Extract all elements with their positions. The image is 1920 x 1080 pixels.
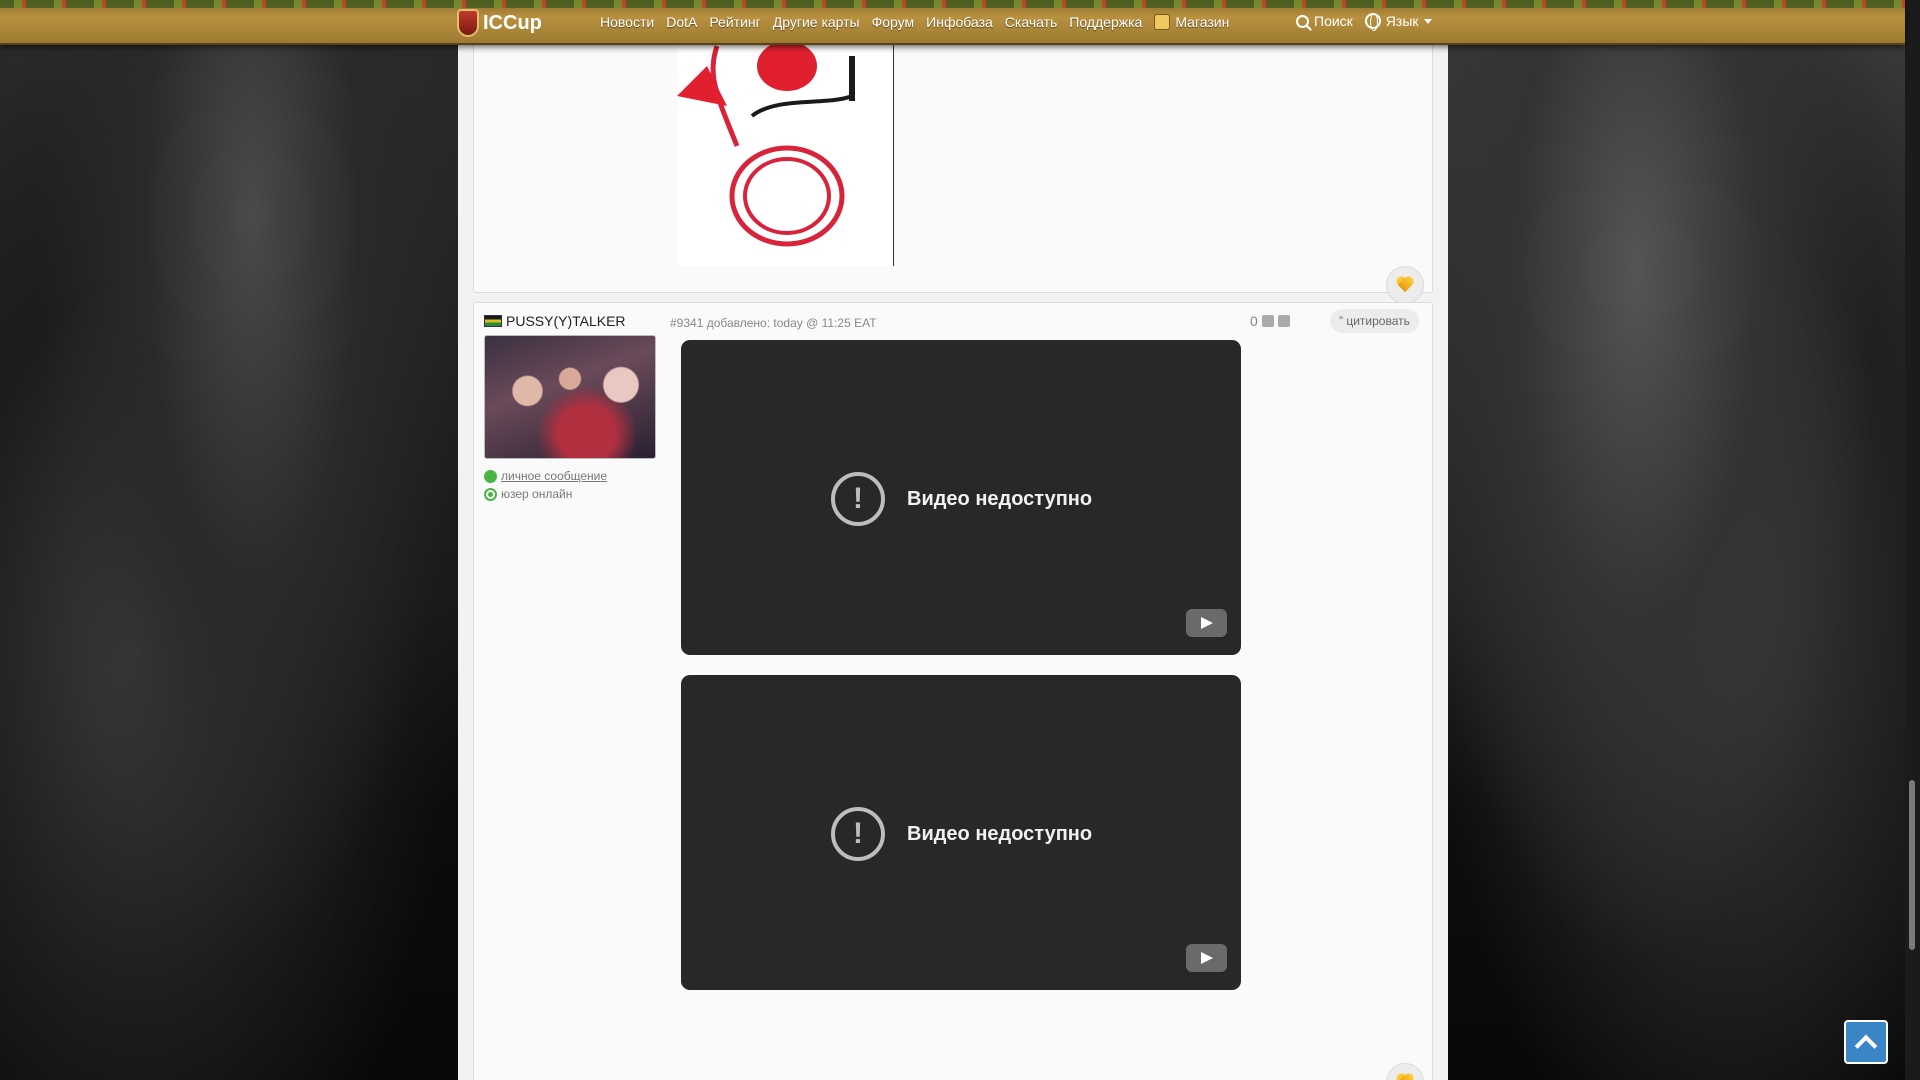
site-logo[interactable]: ICCup — [457, 8, 542, 38]
nav-link-dota[interactable]: DotA — [666, 14, 697, 30]
chevron-up-icon — [1854, 1034, 1878, 1057]
avatar[interactable] — [484, 335, 656, 459]
language-dropdown[interactable]: Язык — [1364, 13, 1432, 31]
quote-icon: ” — [1339, 314, 1347, 328]
nav-link-download[interactable]: Скачать — [1005, 14, 1058, 30]
back-to-top-button[interactable] — [1844, 1020, 1888, 1064]
video-embed-1[interactable]: ! Видео недоступно — [681, 340, 1241, 655]
nav-link-infobase[interactable]: Инфобаза — [926, 14, 993, 30]
youtube-icon[interactable] — [1186, 944, 1227, 972]
nav-link-support[interactable]: Поддержка — [1069, 14, 1142, 30]
nav-link-shop[interactable]: Магазин — [1154, 14, 1229, 30]
shop-icon — [1154, 14, 1171, 30]
message-icon — [484, 469, 497, 483]
background-art-right — [1448, 0, 1920, 1080]
garland-decoration — [0, 0, 1905, 8]
nav-link-forum[interactable]: Форум — [872, 14, 915, 30]
vote-count: 0 — [1250, 313, 1258, 329]
shop-label: Магазин — [1175, 14, 1230, 30]
scrollbar-thumb[interactable] — [1909, 780, 1915, 950]
private-message-link[interactable]: личное сообщение — [484, 469, 659, 483]
video-unavailable-message: ! Видео недоступно — [831, 807, 1092, 861]
like-button[interactable] — [1386, 266, 1424, 304]
cable-image — [677, 41, 855, 247]
search-label: Поиск — [1314, 13, 1353, 29]
top-navigation-bar: ICCup Новости DotA Рейтинг Другие карты … — [0, 0, 1905, 45]
main-nav: Новости DotA Рейтинг Другие карты Форум … — [600, 14, 1229, 30]
online-status: юзер онлайн — [484, 487, 659, 501]
logo-text: ICCup — [483, 11, 542, 34]
chevron-down-icon — [1423, 18, 1432, 24]
forum-post: PUSSY(Y)TALKER личное сообщение юзер онл… — [473, 302, 1433, 1080]
youtube-icon[interactable] — [1186, 609, 1227, 637]
nav-link-rating[interactable]: Рейтинг — [709, 14, 760, 30]
author-name-row[interactable]: PUSSY(Y)TALKER — [484, 313, 659, 329]
forum-post-previous — [473, 35, 1433, 304]
header-tools: Поиск Язык — [1296, 13, 1432, 31]
search-icon — [1296, 14, 1309, 28]
video-unavailable-text: Видео недоступно — [907, 487, 1093, 510]
heart-icon — [1396, 1074, 1414, 1080]
post-author: PUSSY(Y)TALKER личное сообщение юзер онл… — [484, 313, 659, 501]
private-message-label: личное сообщение — [501, 469, 608, 483]
video-embed-2[interactable]: ! Видео недоступно — [681, 675, 1241, 990]
online-status-label: юзер онлайн — [501, 487, 573, 501]
globe-icon — [1364, 13, 1381, 31]
background-art-left — [0, 0, 458, 1080]
online-icon — [484, 487, 497, 501]
warning-icon: ! — [831, 807, 885, 861]
video-unavailable-text: Видео недоступно — [907, 822, 1093, 845]
nav-link-news[interactable]: Новости — [600, 14, 654, 30]
video-unavailable-message: ! Видео недоступно — [831, 472, 1092, 526]
post-votes: 0 — [1250, 313, 1290, 329]
heart-icon — [1396, 277, 1414, 293]
quote-button[interactable]: ” цитировать — [1330, 309, 1419, 333]
forum-content: PUSSY(Y)TALKER личное сообщение юзер онл… — [458, 35, 1448, 1080]
thumbs-up-icon[interactable] — [1261, 315, 1274, 327]
thumbs-down-icon[interactable] — [1277, 315, 1290, 327]
language-label: Язык — [1385, 13, 1419, 29]
shield-logo-icon — [457, 9, 479, 37]
like-button[interactable] — [1386, 1063, 1424, 1080]
search-button[interactable]: Поиск — [1296, 13, 1353, 29]
post-image[interactable] — [677, 36, 894, 266]
country-flag-icon — [484, 315, 502, 327]
warning-icon: ! — [831, 472, 885, 526]
post-meta[interactable]: #9341 добавлено: today @ 11:25 EAT — [670, 316, 877, 330]
author-username[interactable]: PUSSY(Y)TALKER — [506, 313, 626, 329]
quote-label: цитировать — [1346, 314, 1410, 328]
page-scrollbar[interactable] — [1905, 0, 1920, 1080]
nav-link-other-maps[interactable]: Другие карты — [773, 14, 860, 30]
